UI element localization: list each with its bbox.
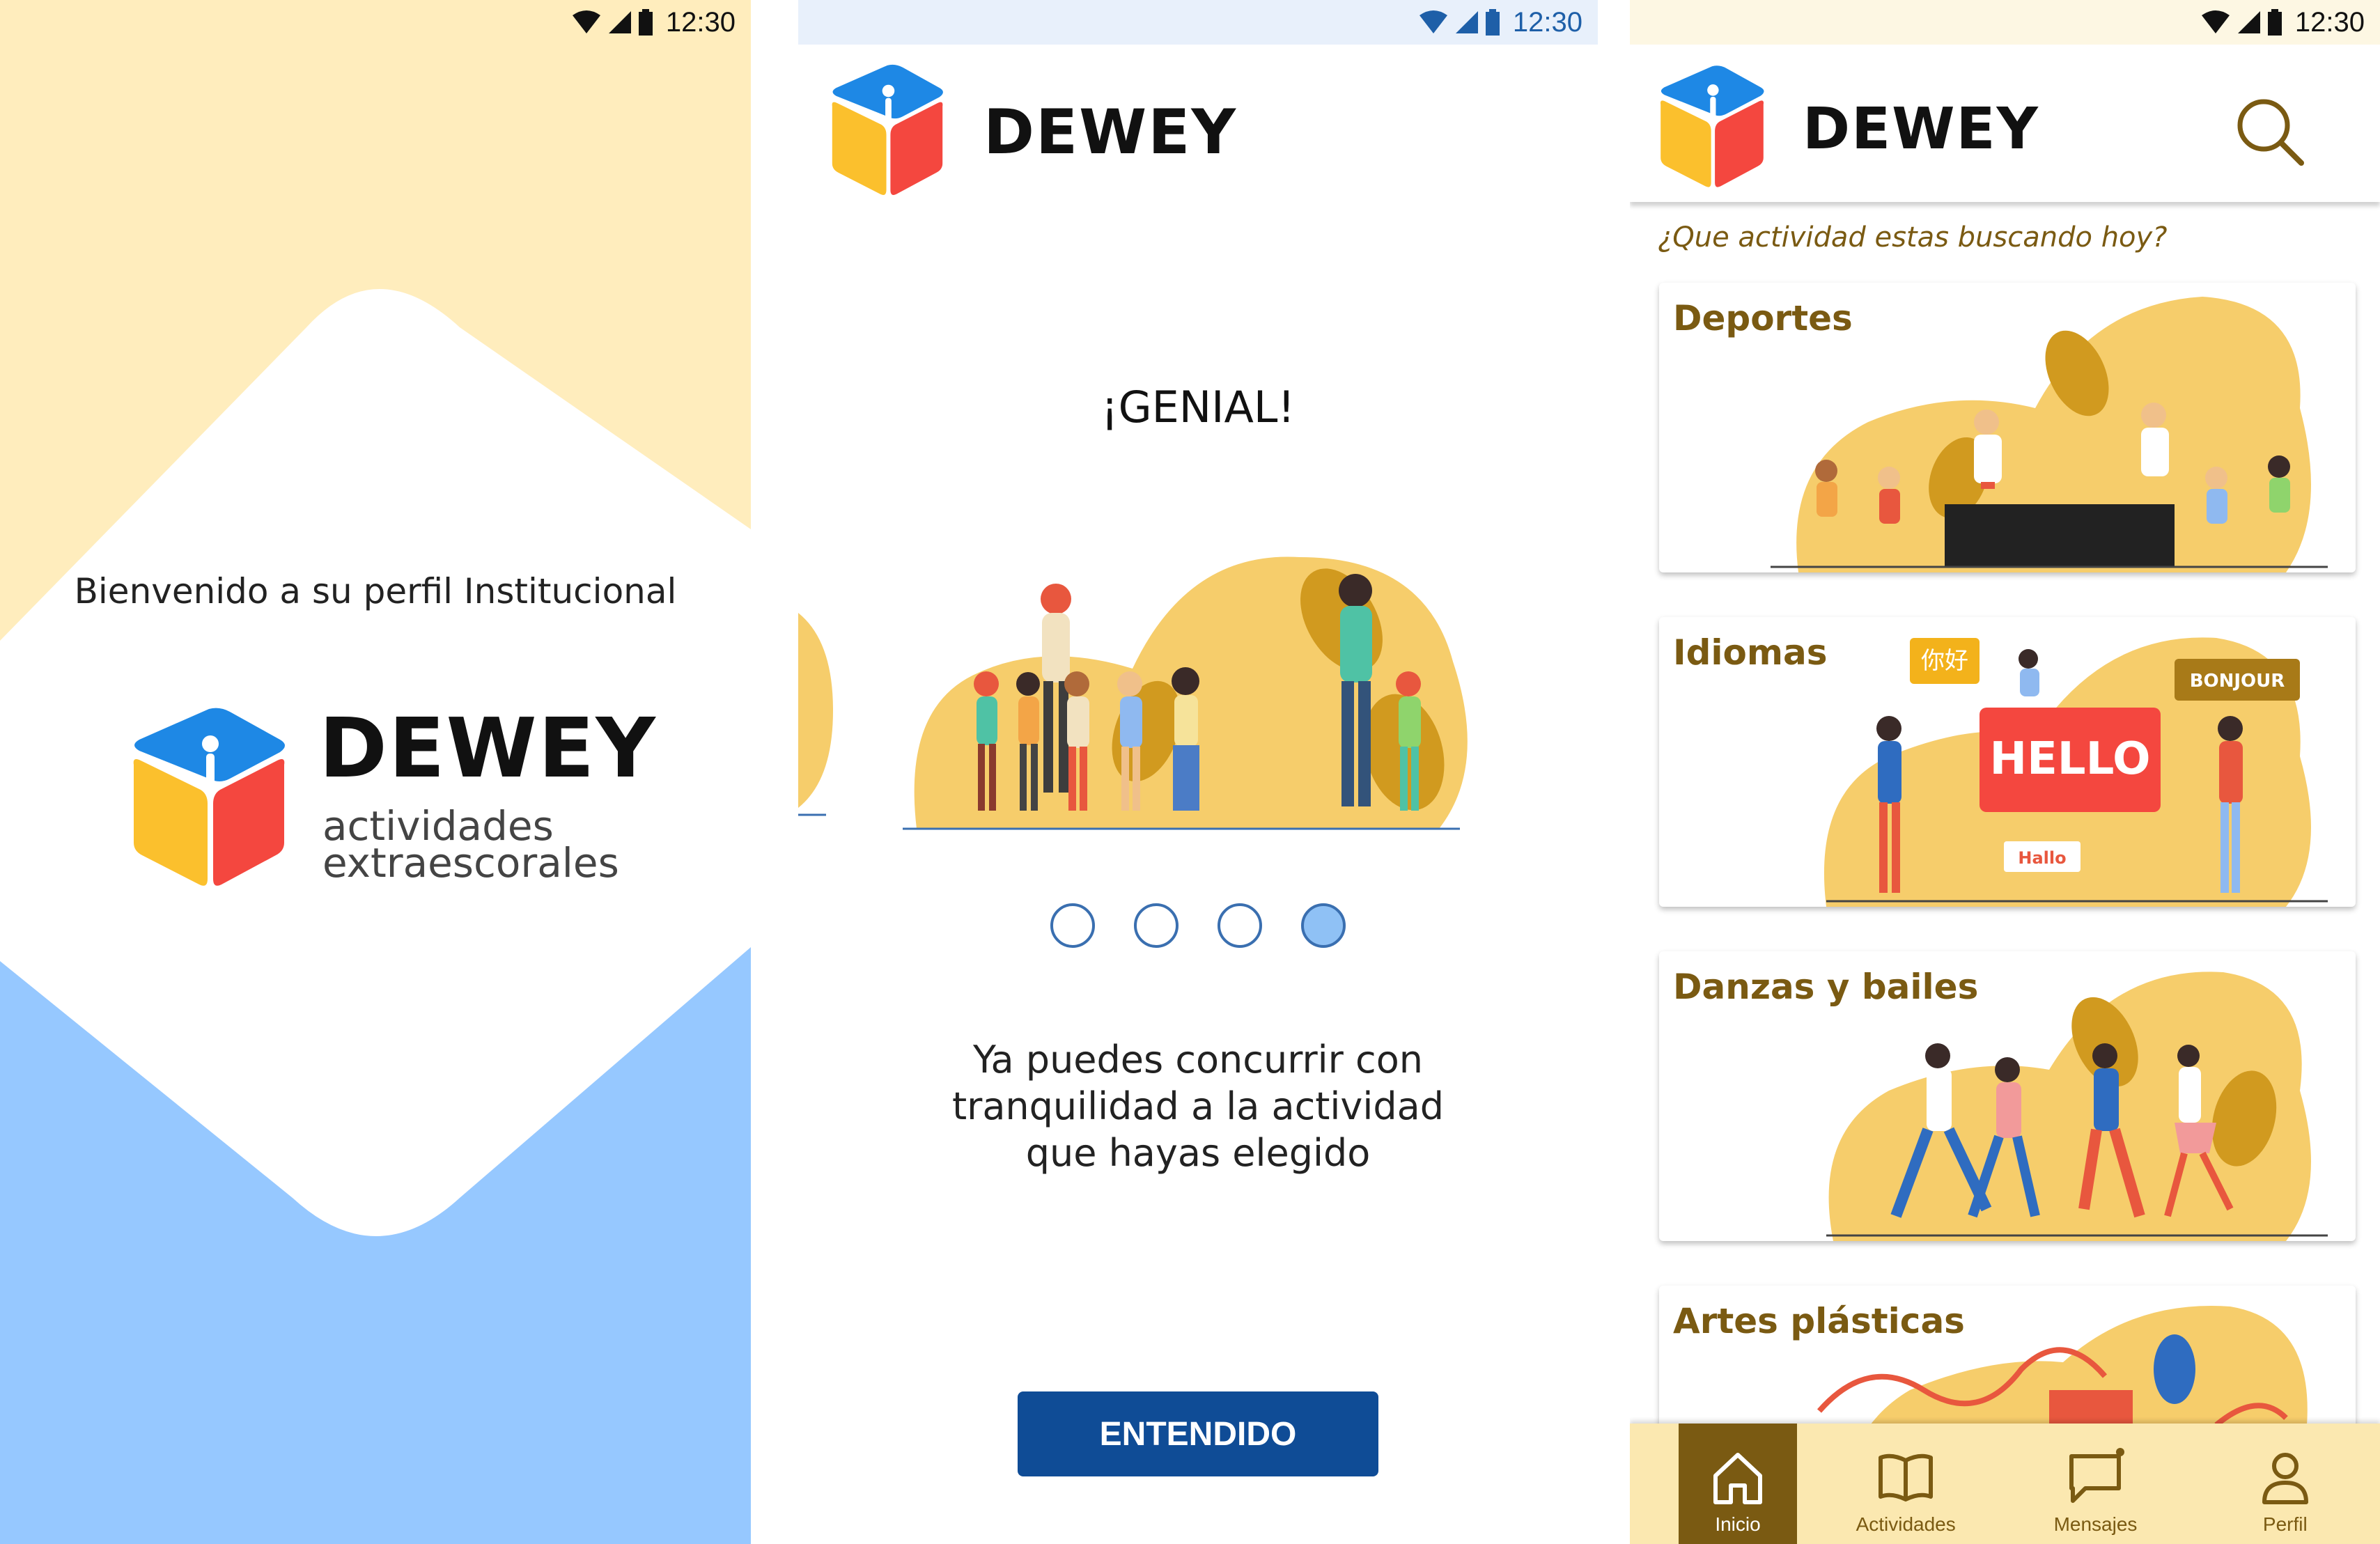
hello-bubble-text: HELLO xyxy=(1990,733,2151,785)
dewey-logo-icon xyxy=(832,64,943,195)
status-bar: 12:30 xyxy=(0,0,751,45)
signal-icon xyxy=(2237,11,2260,33)
pager-dots xyxy=(798,903,1598,948)
category-card-languages[interactable]: Idiomas 你好 HELLO BONJOUR Hallo xyxy=(1659,617,2356,907)
tab-label: Perfil xyxy=(2262,1513,2308,1535)
battery-icon xyxy=(1485,9,1500,36)
dewey-logo-icon xyxy=(1660,65,1764,187)
bonjour-bubble-text: BONJOUR xyxy=(2190,671,2285,692)
category-card-sports[interactable]: Deportes xyxy=(1659,283,2356,572)
tab-label: Mensajes xyxy=(2053,1513,2138,1535)
battery-icon xyxy=(2267,9,2282,36)
hallo-bubble-text: Hallo xyxy=(2018,848,2066,868)
understood-button[interactable]: ENTENDIDO xyxy=(1018,1391,1378,1476)
brand-subtitle-line2: extraescorales xyxy=(322,839,619,887)
confirmation-message: Ya puedes concurrir con tranquilidad a l… xyxy=(798,1036,1598,1176)
brand-name: DEWEY xyxy=(319,700,657,796)
chat-icon xyxy=(2069,1448,2125,1503)
pager-dot[interactable] xyxy=(1218,903,1262,948)
brand-name: DEWEY xyxy=(983,96,1238,168)
battery-icon xyxy=(638,9,653,36)
category-title: Idiomas xyxy=(1673,632,1828,673)
status-bar: 12:30 xyxy=(1630,0,2380,45)
confirmation-screen: 12:30 DEWEY ¡GENIAL! Ya puedes concurrir… xyxy=(798,0,1598,1544)
message-line: Ya puedes concurrir con xyxy=(973,1038,1423,1082)
tab-mensajes[interactable]: Mensajes xyxy=(2000,1424,2190,1544)
tab-label: Actividades xyxy=(1856,1513,1956,1535)
wifi-icon xyxy=(2201,10,2230,33)
kids-group-illustration xyxy=(798,556,1468,830)
status-time: 12:30 xyxy=(1512,6,1582,38)
brand-name: DEWEY xyxy=(1803,96,2039,162)
message-line: que hayas elegido xyxy=(1025,1131,1371,1175)
activities-home-screen: 12:30 DEWEY ¿Que actividad estas buscand… xyxy=(1630,0,2380,1544)
wifi-icon xyxy=(1419,10,1447,33)
page-title: ¡GENIAL! xyxy=(1100,382,1296,432)
pager-dot-active[interactable] xyxy=(1301,903,1346,948)
message-line: tranquilidad a la actividad xyxy=(951,1084,1445,1128)
tab-perfil[interactable]: Perfil xyxy=(2191,1424,2380,1544)
status-bar: 12:30 xyxy=(798,0,1598,45)
welcome-screen: 12:30 Bienvenido a su perfil Institucion… xyxy=(0,0,751,1544)
book-icon xyxy=(1879,1453,1934,1502)
home-icon xyxy=(1713,1453,1762,1504)
search-icon[interactable] xyxy=(2233,95,2305,167)
signal-icon xyxy=(1455,11,1478,33)
user-icon xyxy=(2262,1453,2308,1504)
welcome-text: Bienvenido a su perfil Institucional xyxy=(74,571,677,611)
dewey-logo-icon xyxy=(133,708,285,886)
status-time: 12:30 xyxy=(665,6,736,38)
category-card-dance[interactable]: Danzas y bailes xyxy=(1659,951,2356,1241)
category-title: Danzas y bailes xyxy=(1673,967,1979,1007)
status-time: 12:30 xyxy=(2294,6,2365,38)
chinese-bubble-text: 你好 xyxy=(1921,647,1968,675)
search-prompt: ¿Que actividad estas buscando hoy? xyxy=(1658,221,2168,254)
signal-icon xyxy=(608,11,631,33)
category-title: Deportes xyxy=(1673,298,1853,338)
category-title: Artes plásticas xyxy=(1673,1301,1965,1341)
bottom-tab-bar: Inicio Actividades Mensajes Perfil xyxy=(1630,1424,2380,1544)
wifi-icon xyxy=(572,10,600,33)
tab-inicio[interactable]: Inicio xyxy=(1679,1424,1797,1544)
tab-label: Inicio xyxy=(1715,1513,1761,1535)
pager-dot[interactable] xyxy=(1134,903,1179,948)
pager-dot[interactable] xyxy=(1050,903,1095,948)
tab-actividades[interactable]: Actividades xyxy=(1811,1424,2000,1544)
